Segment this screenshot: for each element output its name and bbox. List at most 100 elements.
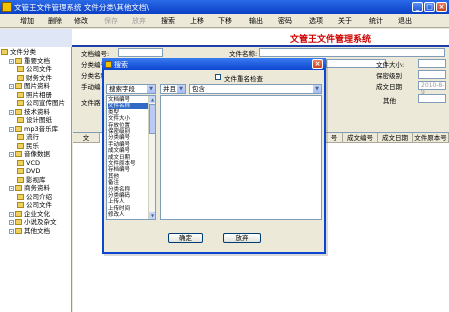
maximize-button[interactable]: □ — [424, 2, 435, 12]
operator-value: 包含 — [192, 85, 205, 93]
tree-item-label: 文件分类 — [10, 48, 36, 56]
file-no-field[interactable] — [118, 48, 163, 57]
folder-icon — [15, 151, 22, 157]
search-ok-button[interactable]: 确定 — [168, 233, 203, 243]
security-field[interactable] — [418, 70, 446, 79]
date-label: 成文日期 — [376, 83, 402, 91]
chevron-down-icon: ▼ — [313, 85, 321, 93]
field-list-item[interactable]: 备注 — [108, 180, 148, 186]
toolbar-button[interactable]: 上移 — [186, 15, 208, 27]
file-no-label: 文档编号: — [81, 50, 110, 58]
expand-toggle-icon[interactable]: - — [9, 109, 14, 115]
field-list-item[interactable]: 修改人 — [108, 212, 148, 218]
expand-toggle-icon[interactable]: - — [9, 84, 14, 90]
folder-icon — [17, 168, 24, 174]
minimize-button[interactable]: _ — [412, 2, 423, 12]
tree-item-label: 公司介绍 — [26, 192, 52, 201]
folder-icon — [15, 219, 22, 225]
field-list-item[interactable]: 文件大小 — [108, 116, 148, 122]
duplicate-check-label: 文件重名检查 — [224, 75, 263, 83]
expand-toggle-icon[interactable]: - — [9, 58, 14, 64]
field-list-item[interactable]: 上传时间 — [108, 206, 148, 212]
chevron-down-icon: ▼ — [147, 85, 155, 93]
field-list-item[interactable]: 手动编号 — [108, 142, 148, 148]
grid-header-col[interactable]: 文件原本号 — [413, 133, 449, 143]
search-dialog-title: 搜索 — [114, 61, 128, 69]
tree-item[interactable]: - 其他文档 — [9, 227, 50, 236]
search-cancel-button[interactable]: 放弃 — [223, 233, 261, 243]
scroll-down-icon[interactable]: ▼ — [149, 212, 155, 219]
toolbar-button[interactable]: 退出 — [394, 15, 416, 27]
expand-toggle-icon[interactable]: - — [9, 126, 14, 132]
toolbar-button[interactable]: 搜索 — [156, 15, 180, 27]
other-field[interactable] — [418, 94, 446, 103]
tree-item-label: 音像数据 — [24, 150, 50, 158]
expand-toggle-icon[interactable]: - — [9, 228, 14, 234]
toolbar-button[interactable]: 增加 — [16, 15, 38, 27]
toolbar-button[interactable]: 关于 — [334, 15, 356, 27]
tree-item-label: 公司文件 — [26, 65, 52, 73]
field-list-item[interactable]: 类型 — [108, 110, 148, 116]
toolbar-button[interactable]: 下移 — [214, 15, 236, 27]
field-list-item[interactable]: 成文编号 — [108, 148, 148, 154]
search-condition-textarea[interactable] — [160, 95, 322, 220]
folder-icon — [17, 176, 24, 183]
tree-item-label: 公司文件 — [26, 201, 52, 209]
folder-icon — [17, 134, 24, 140]
grid-header-col[interactable]: 文 — [73, 133, 100, 143]
close-button[interactable]: × — [436, 2, 447, 12]
grid-header-col[interactable]: 号 — [326, 133, 343, 143]
file-size-field[interactable] — [418, 59, 446, 68]
folder-icon — [15, 210, 22, 217]
duplicate-check-checkbox[interactable] — [215, 74, 221, 80]
grid-header-col[interactable]: 成文日期 — [378, 133, 413, 143]
expand-toggle-icon[interactable]: - — [9, 211, 14, 217]
tree-item-label: 技术资料 — [24, 107, 50, 116]
scroll-thumb[interactable] — [149, 104, 155, 134]
operator-select[interactable]: 包含 ▼ — [189, 84, 322, 94]
toolbar-button[interactable]: 选项 — [304, 15, 328, 27]
expand-toggle-icon[interactable]: - — [9, 220, 14, 226]
tree-item-label: 商务资料 — [24, 184, 50, 192]
field-list-item[interactable]: 分类编号 — [108, 135, 148, 141]
expand-toggle-icon[interactable]: - — [9, 186, 14, 192]
folder-icon — [15, 57, 22, 64]
search-field-list[interactable]: ▲ ▼ 文档编号 文件名称 类型 文件大小 存放位置 保密级别 分类编号 手动编号 成文编号 成文… — [106, 95, 156, 220]
field-list-item[interactable]: 成文日期 — [108, 155, 148, 161]
field-list-item[interactable]: 分类名称 — [108, 187, 148, 193]
tree-item-label: 公司宣传图片 — [26, 99, 65, 107]
toolbar-button[interactable]: 保存 — [100, 15, 122, 27]
search-dialog-close-button[interactable]: × — [312, 59, 323, 69]
category-tree[interactable]: 文件分类 - 重要文档 公司文件 财务文件 - 图片资料 照片相册 公司宣传图片 - 技术资料 设计图… — [0, 47, 72, 312]
tree-item-label: 流行 — [26, 133, 39, 141]
folder-icon — [17, 74, 24, 81]
toolbar-button[interactable]: 输出 — [244, 15, 268, 27]
field-list-item[interactable]: 上传人 — [108, 199, 148, 205]
file-name-field[interactable] — [259, 48, 445, 57]
field-list-item[interactable]: 其他 — [108, 174, 148, 180]
toolbar-button[interactable]: 放弃 — [128, 15, 150, 27]
toolbar-button[interactable]: 统计 — [364, 15, 388, 27]
logic-select[interactable]: 并且 ▼ — [160, 84, 186, 94]
search-dialog-titlebar[interactable]: 搜索 — [102, 58, 326, 70]
toolbar: 增加 删除 修改 保存 放弃 搜索 上移 下移 输出 密码 选项 关于 统计 退出 — [0, 14, 449, 28]
field-list-item[interactable]: 存档编号 — [108, 167, 148, 173]
list-scrollbar[interactable]: ▲ ▼ — [148, 96, 155, 219]
tree-item-label: DVD — [26, 167, 41, 175]
search-field-select[interactable]: 搜索字段 ▼ — [106, 84, 156, 94]
tree-item-label: 财务文件 — [26, 73, 52, 82]
expand-toggle-icon[interactable]: - — [9, 152, 14, 158]
field-list-item[interactable]: 存放位置 — [108, 123, 148, 129]
grid-header-col[interactable]: 成文编号 — [343, 133, 378, 143]
folder-icon — [15, 83, 22, 89]
scroll-up-icon[interactable]: ▲ — [149, 96, 155, 103]
tree-item-label: 民乐 — [26, 141, 39, 150]
app-name: 文管王文件管理系统 — [290, 35, 372, 45]
field-list-item[interactable]: 文件名称 — [108, 103, 148, 110]
toolbar-button[interactable]: 删除 — [44, 15, 66, 27]
folder-icon — [15, 125, 22, 132]
date-field[interactable]: 2010-8-9 — [418, 81, 446, 96]
toolbar-button[interactable]: 修改 — [70, 15, 92, 27]
folder-icon — [17, 91, 24, 98]
toolbar-button[interactable]: 密码 — [274, 15, 296, 27]
